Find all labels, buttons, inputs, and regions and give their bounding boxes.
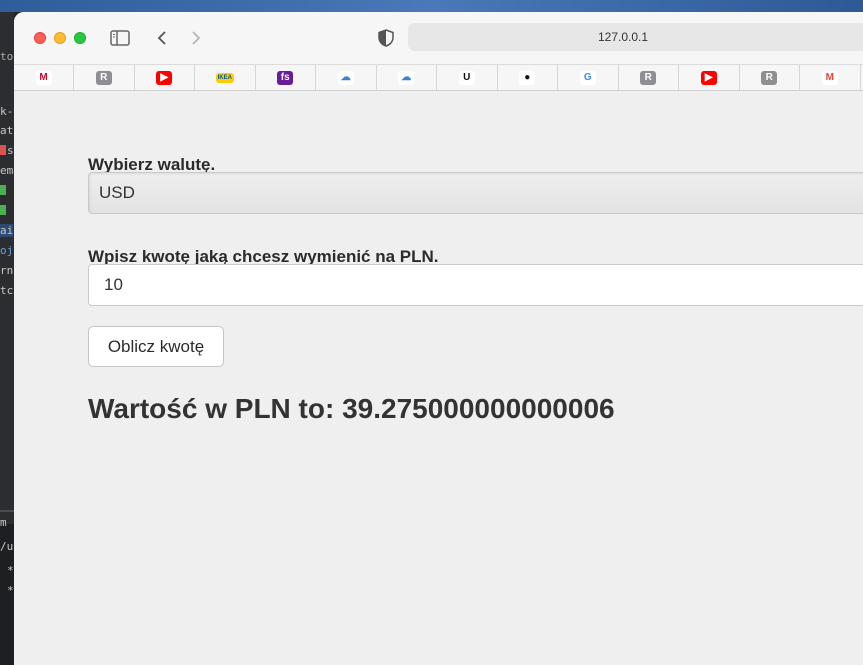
ikea-icon: IKEA bbox=[215, 72, 234, 83]
address-bar[interactable]: 127.0.0.1 bbox=[408, 23, 863, 51]
youtube-icon: ▶ bbox=[156, 70, 173, 85]
calculate-button[interactable]: Oblicz kwotę bbox=[88, 326, 224, 367]
mbank-icon: M bbox=[35, 70, 52, 85]
favorite-item[interactable]: M bbox=[14, 65, 74, 90]
forward-icon[interactable] bbox=[184, 26, 208, 50]
result-text: Wartość w PLN to: 39.275000000000006 bbox=[88, 393, 615, 424]
background-editor: to k- at s em ai oj rn tc m /u * * bbox=[0, 12, 14, 665]
desktop-background bbox=[0, 0, 863, 12]
sidebar-toggle-icon[interactable] bbox=[108, 26, 132, 50]
favorite-item[interactable]: ● bbox=[498, 65, 558, 90]
favorite-item[interactable]: M bbox=[800, 65, 861, 90]
favorites-bar: M R ▶ IKEA fs ☁ ☁ U ● G R ▶ R M bbox=[14, 64, 863, 91]
favorite-item[interactable]: ▶ bbox=[679, 65, 740, 90]
youtube-icon-2: ▶ bbox=[700, 70, 717, 85]
favorite-item[interactable]: R bbox=[74, 65, 135, 90]
browser-window: 127.0.0.1 M R ▶ IKEA fs ☁ ☁ U ● G R ▶ R M Wybierz wal… bbox=[14, 12, 863, 665]
r-bookmark-icon: R bbox=[95, 70, 112, 85]
back-icon[interactable] bbox=[150, 26, 174, 50]
currency-select-value: USD bbox=[99, 183, 135, 202]
favorite-item[interactable]: fs bbox=[256, 65, 316, 90]
favorite-item[interactable]: IKEA bbox=[195, 65, 256, 90]
github-icon: ● bbox=[519, 70, 536, 85]
window-minimize-button[interactable] bbox=[54, 32, 66, 44]
google-icon: G bbox=[579, 70, 596, 85]
privacy-shield-icon[interactable] bbox=[374, 26, 398, 50]
browser-toolbar: 127.0.0.1 bbox=[14, 12, 863, 64]
favorite-item[interactable]: ☁ bbox=[316, 65, 377, 90]
r-bookmark-icon-3: R bbox=[761, 70, 778, 85]
window-maximize-button[interactable] bbox=[74, 32, 86, 44]
favorite-item[interactable]: R bbox=[619, 65, 679, 90]
gmail-icon: M bbox=[821, 70, 838, 85]
favorite-item[interactable]: U bbox=[437, 65, 498, 90]
favorite-item[interactable]: ☁ bbox=[377, 65, 437, 90]
favorite-item[interactable]: R bbox=[740, 65, 800, 90]
cloud-face-icon: ☁ bbox=[337, 70, 354, 85]
r-bookmark-icon-2: R bbox=[640, 70, 657, 85]
page-content: Wybierz walutę. USD Wpisz kwotę jaką chc… bbox=[14, 91, 863, 665]
favorite-item[interactable]: G bbox=[558, 65, 619, 90]
cloud-face-icon-2: ☁ bbox=[398, 70, 415, 85]
upwork-icon: U bbox=[458, 70, 475, 85]
address-text: 127.0.0.1 bbox=[597, 30, 649, 44]
amount-input[interactable]: 10 bbox=[88, 264, 863, 306]
window-close-button[interactable] bbox=[34, 32, 46, 44]
currency-select[interactable]: USD bbox=[88, 172, 863, 214]
fs-icon: fs bbox=[277, 70, 294, 85]
favorite-item[interactable]: ▶ bbox=[135, 65, 195, 90]
amount-input-value: 10 bbox=[104, 275, 123, 294]
